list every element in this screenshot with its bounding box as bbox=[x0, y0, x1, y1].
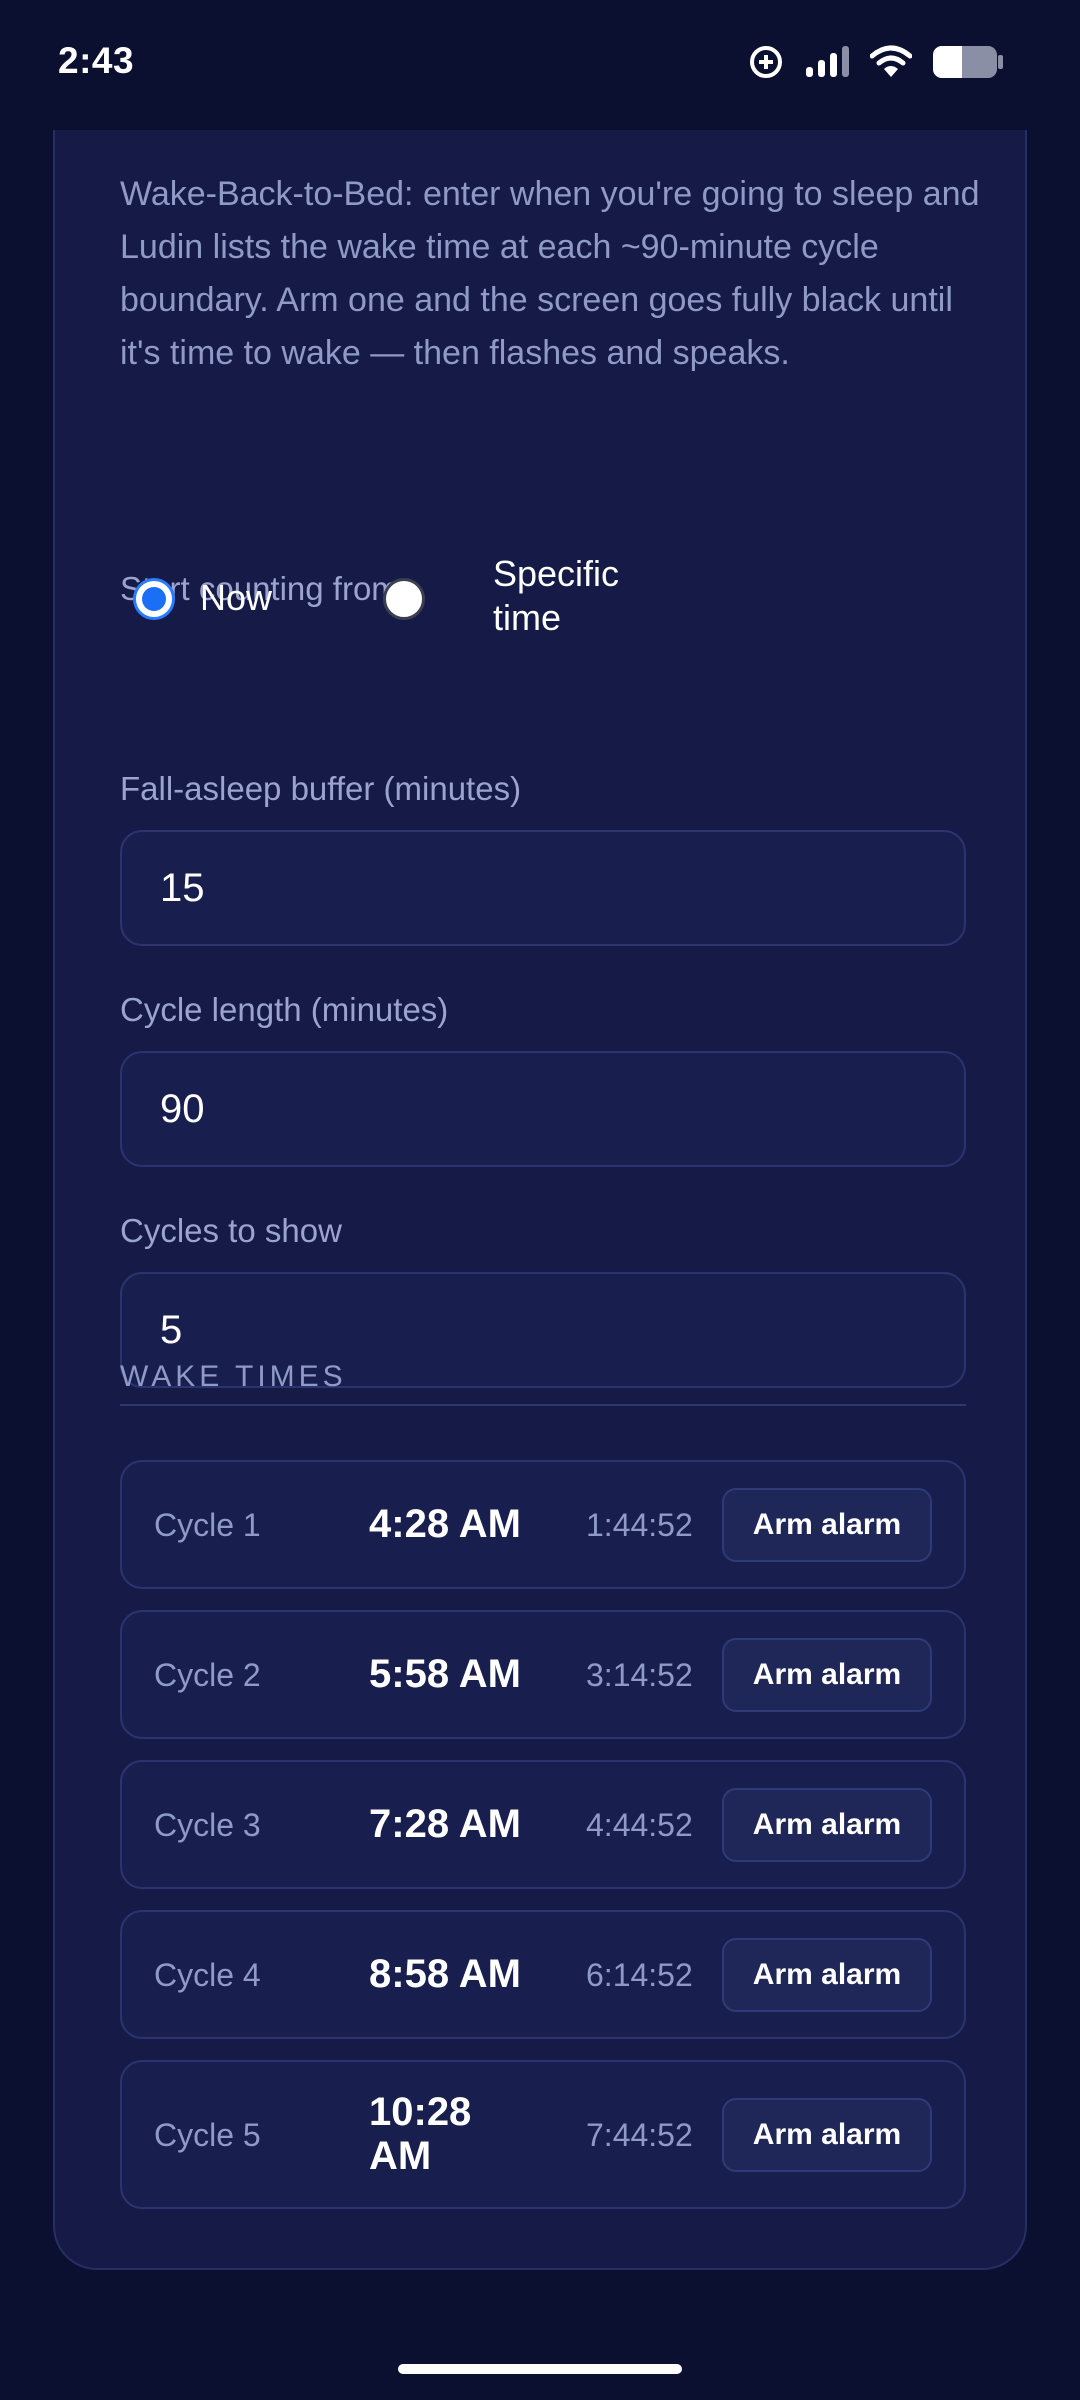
arm-alarm-button[interactable]: Arm alarm bbox=[722, 1938, 932, 2012]
status-time: 2:43 bbox=[58, 40, 135, 81]
time-remaining: 7:44:52 bbox=[586, 2117, 693, 2153]
time-remaining: 1:44:52 bbox=[586, 1507, 693, 1543]
wake-times-heading: WAKE TIMES bbox=[120, 1360, 347, 1393]
cycle-label: Cycle 3 bbox=[154, 1807, 261, 1843]
arm-alarm-button[interactable]: Arm alarm bbox=[722, 1488, 932, 1562]
wifi-icon bbox=[869, 45, 913, 84]
cycle-label: Cycle 4 bbox=[154, 1957, 261, 1993]
status-bar: 2:43 bbox=[0, 0, 1080, 130]
home-indicator[interactable] bbox=[398, 2364, 682, 2374]
wake-time-row: Cycle 5 10:28 AM 7:44:52 Arm alarm bbox=[120, 2060, 966, 2209]
wake-time: 7:28 AM bbox=[369, 1802, 521, 1846]
cycle-length-input[interactable]: 90 bbox=[120, 1051, 966, 1167]
time-remaining: 4:44:52 bbox=[586, 1807, 693, 1843]
wake-time-row: Cycle 2 5:58 AM 3:14:52 Arm alarm bbox=[120, 1610, 966, 1739]
intro-text: Wake-Back-to-Bed: enter when you're goin… bbox=[120, 175, 980, 372]
wake-time-row: Cycle 3 7:28 AM 4:44:52 Arm alarm bbox=[120, 1760, 966, 1889]
arm-alarm-button[interactable]: Arm alarm bbox=[722, 2098, 932, 2172]
wake-time: 4:28 AM bbox=[369, 1502, 521, 1546]
wake-time: 5:58 AM bbox=[369, 1652, 521, 1696]
battery-icon bbox=[932, 45, 1004, 84]
wake-time-row: Cycle 1 4:28 AM 1:44:52 Arm alarm bbox=[120, 1460, 966, 1589]
buffer-label: Fall-asleep buffer (minutes) bbox=[120, 770, 522, 807]
cycle-label: Cycle 5 bbox=[154, 2117, 261, 2153]
wake-time: 8:58 AM bbox=[369, 1952, 521, 1996]
cycle-label: Cycle 1 bbox=[154, 1507, 261, 1543]
radio-specific-time[interactable] bbox=[383, 578, 425, 620]
wake-time-row: Cycle 4 8:58 AM 6:14:52 Arm alarm bbox=[120, 1910, 966, 2039]
time-remaining: 3:14:52 bbox=[586, 1657, 693, 1693]
section-divider bbox=[120, 1404, 966, 1406]
arm-alarm-button[interactable]: Arm alarm bbox=[722, 1638, 932, 1712]
wake-time: 10:28 AM bbox=[369, 2090, 472, 2178]
cycle-label: Cycle 2 bbox=[154, 1657, 261, 1693]
cycles-to-show-label: Cycles to show bbox=[120, 1212, 342, 1249]
radio-now[interactable] bbox=[133, 578, 175, 620]
radio-specific-time-label[interactable]: Specific time bbox=[493, 552, 653, 640]
radio-now-label[interactable]: Now bbox=[200, 576, 272, 620]
arm-alarm-button[interactable]: Arm alarm bbox=[722, 1788, 932, 1862]
data-saver-icon bbox=[748, 44, 784, 85]
time-remaining: 6:14:52 bbox=[586, 1957, 693, 1993]
signal-icon bbox=[804, 45, 850, 84]
status-icons bbox=[748, 44, 1004, 84]
cycle-length-label: Cycle length (minutes) bbox=[120, 991, 449, 1028]
buffer-input[interactable]: 15 bbox=[120, 830, 966, 946]
wbtb-card: Wake-Back-to-Bed: enter when you're goin… bbox=[53, 80, 1027, 2270]
